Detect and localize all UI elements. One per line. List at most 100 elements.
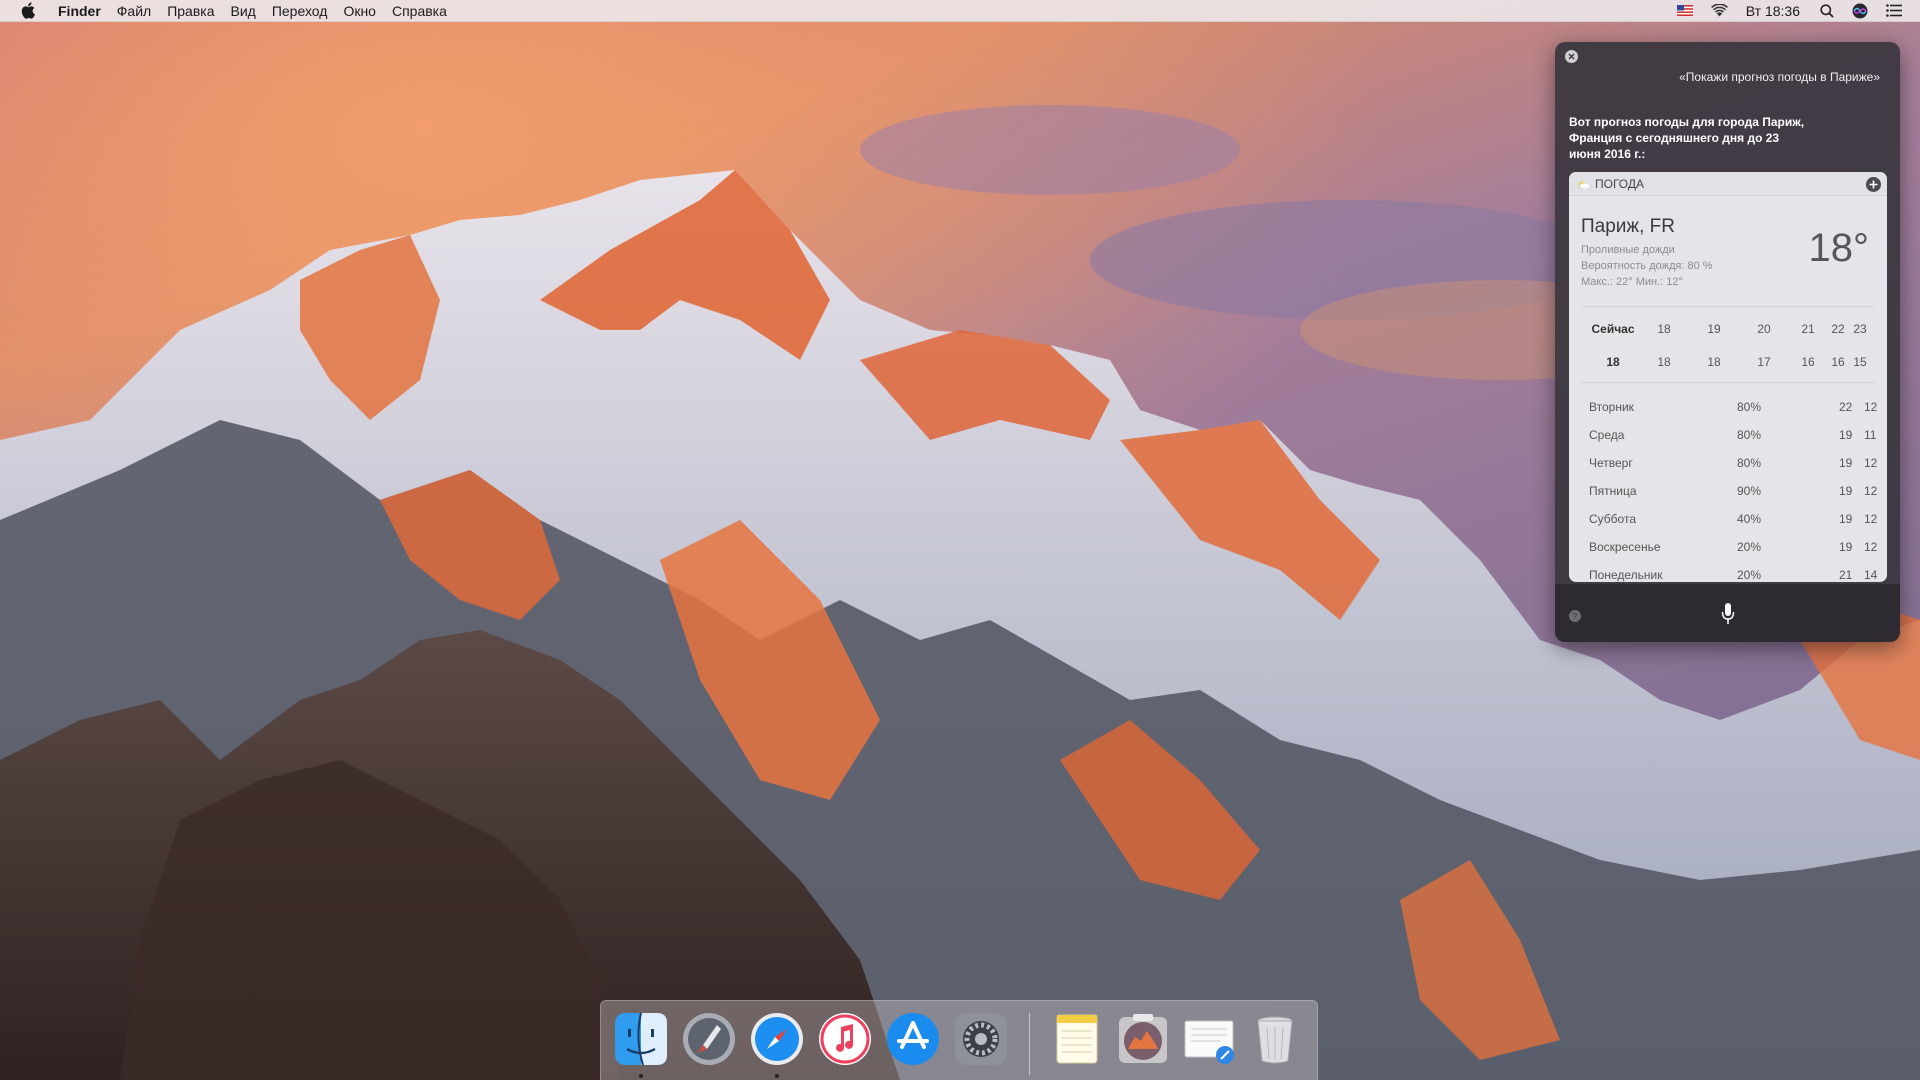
dock	[600, 1000, 1318, 1080]
flag-us-icon[interactable]	[1676, 5, 1693, 16]
hour-temperature: 15	[1853, 355, 1867, 369]
day-rain-chance: 20%	[1737, 540, 1762, 554]
weather-divider	[1581, 382, 1875, 383]
finder-icon[interactable]	[613, 1011, 669, 1067]
day-high: 21	[1839, 568, 1853, 582]
apple-menu-icon[interactable]	[18, 1, 38, 21]
weather-min-max: Макс.: 22° Мин.: 12°	[1581, 276, 1683, 288]
menubar-clock[interactable]: Вт 18:36	[1746, 3, 1800, 19]
weather-condition: Проливные дожди	[1581, 244, 1675, 256]
daily-forecast: Вторник 80% 22 12 Среда 80% 19 11 Четвер…	[1581, 392, 1878, 582]
system-preferences-icon[interactable]	[953, 1011, 1009, 1067]
microphone-icon[interactable]	[1721, 602, 1735, 628]
menu-window[interactable]: Окно	[335, 0, 384, 22]
hourly-times-row: Сейчас 18 19 20 21 22 23	[1581, 314, 1875, 347]
svg-text:?: ?	[1573, 612, 1578, 620]
siri-help-icon[interactable]: ?	[1569, 610, 1581, 622]
day-name: Суббота	[1589, 512, 1636, 526]
daily-forecast-row: Пятница 90% 19 12	[1581, 476, 1878, 504]
macos-sierra-icon[interactable]	[1115, 1011, 1171, 1067]
daily-forecast-row: Четверг 80% 19 12	[1581, 448, 1878, 476]
day-high: 22	[1839, 400, 1853, 414]
hour-temperature: 18	[1657, 355, 1671, 369]
running-indicator	[639, 1074, 643, 1078]
hour-label: 22	[1831, 322, 1845, 336]
dock-separator	[1029, 1013, 1030, 1075]
app-store-icon[interactable]	[885, 1011, 941, 1067]
day-high: 19	[1839, 428, 1853, 442]
day-rain-chance: 80%	[1737, 428, 1762, 442]
weather-details: Проливные дожди Вероятность дождя: 80 % …	[1581, 242, 1713, 290]
day-low: 11	[1864, 428, 1877, 442]
weather-cloud-icon	[1577, 179, 1591, 189]
daily-forecast-row: Воскресенье 20% 19 12	[1581, 532, 1878, 560]
hour-label: 18	[1657, 322, 1671, 336]
safari-icon[interactable]	[749, 1011, 805, 1067]
weather-card-header: ПОГОДА	[1569, 172, 1887, 196]
daily-forecast-row: Вторник 80% 22 12	[1581, 392, 1877, 420]
day-low: 12	[1864, 512, 1878, 526]
siri-user-query: «Покажи прогноз погоды в Париже»	[1679, 70, 1880, 84]
day-low: 12	[1864, 456, 1878, 470]
hour-temperature: 17	[1757, 355, 1771, 369]
day-low: 12	[1864, 540, 1878, 554]
weather-divider	[1581, 306, 1875, 307]
day-low: 12	[1864, 484, 1878, 498]
hourly-forecast: Сейчас 18 19 20 21 22 23 18 18 18 17 16 …	[1581, 314, 1875, 380]
running-indicator	[775, 1074, 779, 1078]
itunes-icon[interactable]	[817, 1011, 873, 1067]
hour-label: 20	[1757, 322, 1771, 336]
hour-temperature: 16	[1801, 355, 1815, 369]
siri-answer-text: Вот прогноз погоды для города Париж, Фра…	[1569, 115, 1805, 161]
day-rain-chance: 20%	[1737, 568, 1762, 582]
day-rain-chance: 40%	[1737, 512, 1762, 526]
spotlight-search-icon[interactable]	[1820, 3, 1834, 18]
day-high: 19	[1839, 456, 1853, 470]
trash-icon[interactable]	[1247, 1011, 1303, 1067]
weather-city: Париж, FR	[1581, 216, 1675, 237]
hour-temperature: 18	[1606, 355, 1620, 369]
day-low: 14	[1864, 568, 1878, 582]
siri-close-button[interactable]	[1565, 50, 1578, 63]
menu-file[interactable]: Файл	[109, 0, 159, 22]
notification-center-icon[interactable]	[1886, 4, 1902, 17]
menu-edit[interactable]: Правка	[159, 0, 222, 22]
day-name: Понедельник	[1589, 568, 1663, 582]
daily-forecast-row: Среда 80% 19 11	[1581, 420, 1877, 448]
hour-label: 19	[1707, 322, 1721, 336]
wifi-icon[interactable]	[1710, 4, 1728, 17]
day-rain-chance: 80%	[1737, 400, 1762, 414]
menu-bar: Finder Файл Правка Вид Переход Окно Спра…	[0, 0, 1920, 22]
daily-forecast-row: Понедельник 20% 21 14	[1581, 560, 1878, 582]
day-name: Четверг	[1589, 456, 1633, 470]
weather-card-title: ПОГОДА	[1595, 176, 1644, 191]
preview-document-icon[interactable]	[1181, 1011, 1237, 1067]
day-name: Среда	[1589, 428, 1625, 442]
menu-go[interactable]: Переход	[264, 0, 336, 22]
hourly-temps-row: 18 18 18 17 16 16 15	[1581, 347, 1875, 380]
hour-label: 23	[1853, 322, 1867, 336]
weather-card[interactable]: ПОГОДА Париж, FR Проливные дожди Вероятн…	[1569, 172, 1887, 582]
hour-temperature: 18	[1707, 355, 1721, 369]
siri-icon[interactable]	[1852, 3, 1868, 19]
hour-temperature: 16	[1831, 355, 1845, 369]
notes-icon[interactable]	[1049, 1011, 1105, 1067]
siri-panel: «Покажи прогноз погоды в Париже» Вот про…	[1555, 42, 1900, 642]
hour-label: 21	[1801, 322, 1815, 336]
day-high: 19	[1839, 484, 1853, 498]
day-high: 19	[1839, 512, 1853, 526]
menu-app-finder[interactable]: Finder	[54, 0, 109, 22]
day-rain-chance: 90%	[1737, 484, 1762, 498]
menu-view[interactable]: Вид	[223, 0, 264, 22]
launchpad-icon[interactable]	[681, 1011, 737, 1067]
hour-label: Сейчас	[1591, 322, 1635, 336]
add-to-notification-center-button[interactable]	[1866, 177, 1881, 192]
weather-current-temperature: 18°	[1808, 226, 1870, 270]
day-high: 19	[1839, 540, 1853, 554]
day-name: Воскресенье	[1589, 540, 1661, 554]
day-name: Пятница	[1589, 484, 1637, 498]
day-rain-chance: 80%	[1737, 456, 1762, 470]
menu-help[interactable]: Справка	[384, 0, 455, 22]
daily-forecast-row: Суббота 40% 19 12	[1581, 504, 1878, 532]
siri-bottom-bar: ?	[1555, 584, 1900, 642]
